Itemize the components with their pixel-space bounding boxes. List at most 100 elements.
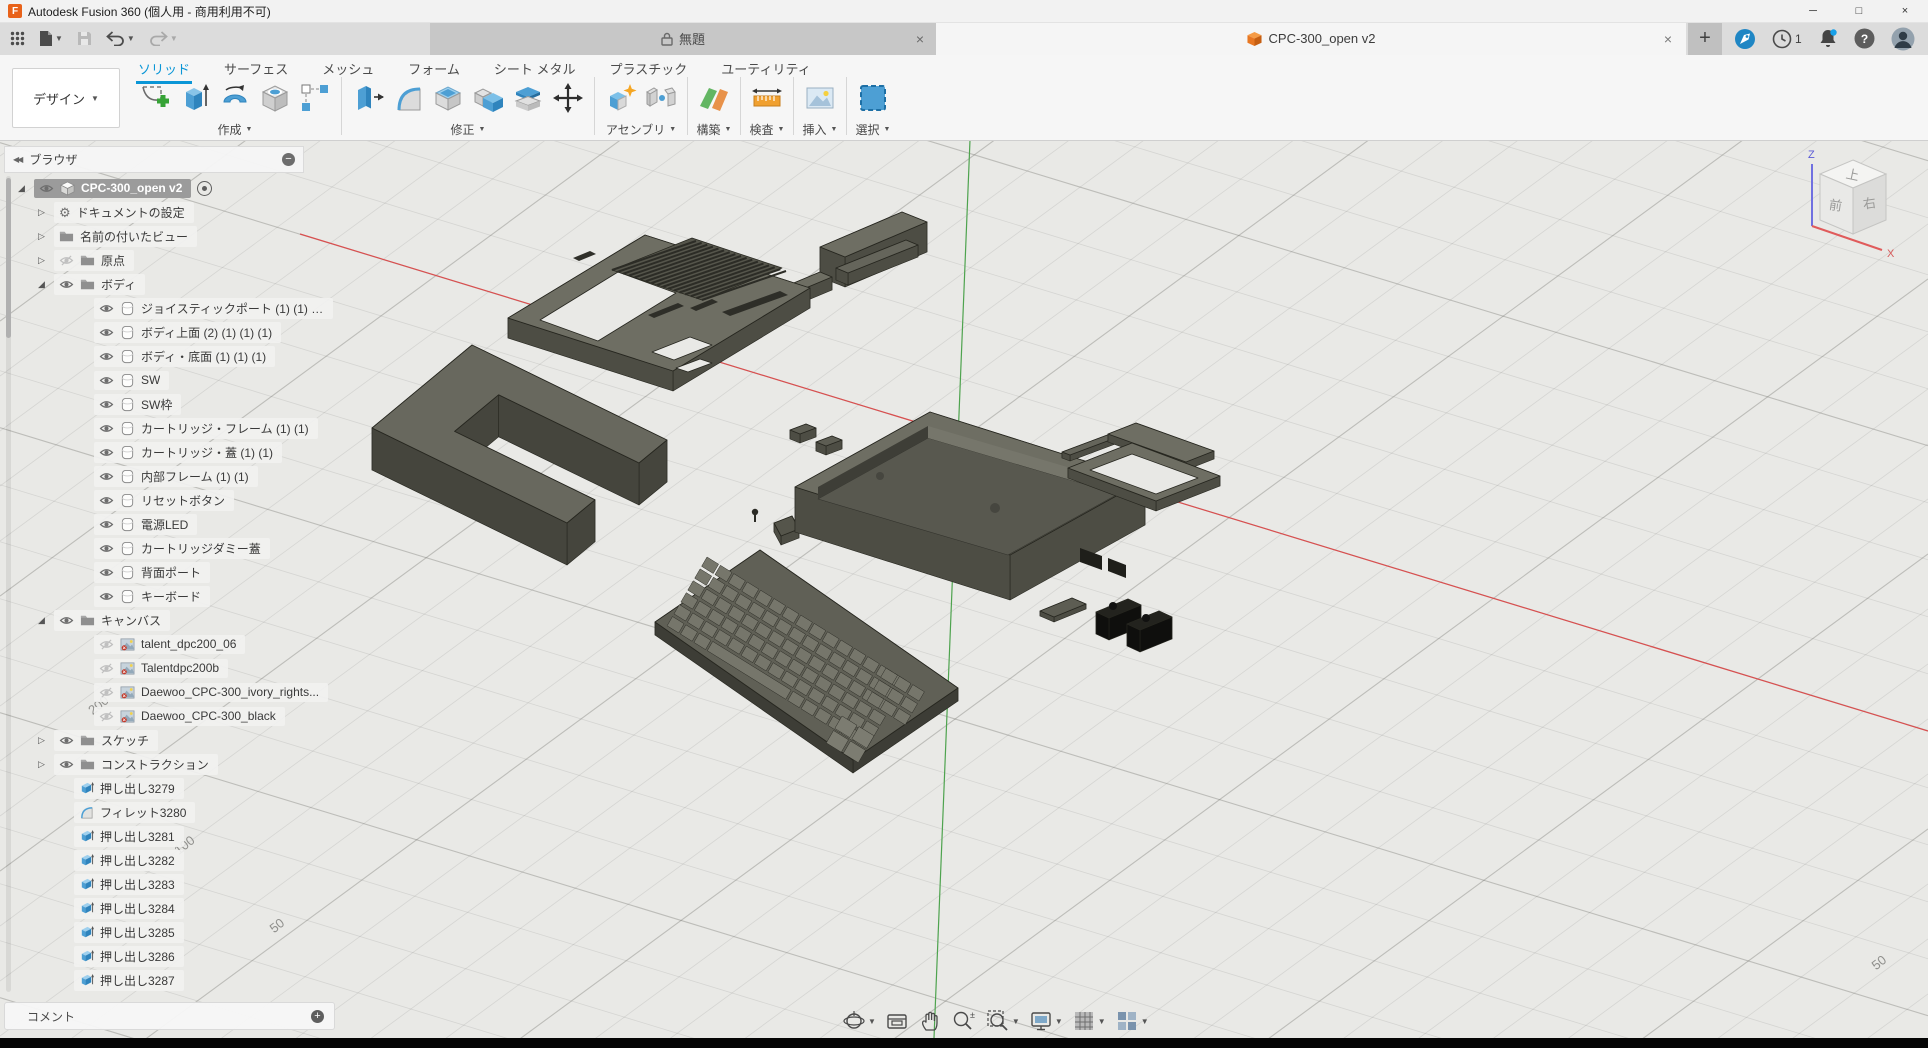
browser-item[interactable]: 内部フレーム (1) (1) <box>4 464 304 488</box>
visibility-eye-icon[interactable] <box>59 735 74 746</box>
browser-item[interactable]: フィレット3280 <box>4 800 304 824</box>
browser-item[interactable]: ▷⚙ドキュメントの設定 <box>4 200 304 224</box>
visibility-eye-icon[interactable] <box>99 591 114 602</box>
pan-icon[interactable] <box>918 1009 942 1033</box>
browser-item[interactable]: ジョイスティックポート (1) (1) (1) <box>4 296 304 320</box>
tab-close-icon[interactable]: × <box>916 31 924 47</box>
combine-icon[interactable] <box>469 79 507 117</box>
orbit-icon[interactable]: ▼ <box>842 1009 876 1033</box>
group-label-insert[interactable]: 挿入▼ <box>803 121 838 138</box>
browser-item[interactable]: SW <box>4 368 304 392</box>
hole-icon[interactable] <box>256 79 294 117</box>
browser-item[interactable]: ▷名前の付いたビュー <box>4 224 304 248</box>
expand-closed-icon[interactable]: ▷ <box>38 207 54 218</box>
activate-component-radio[interactable] <box>197 181 212 196</box>
expand-open-icon[interactable]: ◢ <box>38 279 54 290</box>
select-tool-icon[interactable] <box>854 79 892 117</box>
browser-item[interactable]: ▷コンストラクション <box>4 752 304 776</box>
browser-item[interactable]: ボディ上面 (2) (1) (1) (1) <box>4 320 304 344</box>
group-label-select[interactable]: 選択▼ <box>856 121 891 138</box>
expand-closed-icon[interactable]: ▷ <box>38 735 54 746</box>
timeline-bar[interactable] <box>0 1038 1928 1048</box>
fillet-icon[interactable] <box>389 79 427 117</box>
browser-item[interactable]: カートリッジダミー蓋 <box>4 536 304 560</box>
visibility-eye-icon[interactable] <box>99 351 114 362</box>
tab-untitled-document[interactable]: 無題 × <box>430 22 936 55</box>
visibility-eye-icon[interactable] <box>59 759 74 770</box>
browser-item[interactable]: リセットボタン <box>4 488 304 512</box>
browser-item[interactable]: talent_dpc200_06 <box>4 632 304 656</box>
reset-button[interactable] <box>752 509 758 522</box>
browser-item[interactable]: SW枠 <box>4 392 304 416</box>
browser-item[interactable]: Daewoo_CPC-300_ivory_rights... <box>4 680 304 704</box>
visibility-eye-icon[interactable] <box>99 447 114 458</box>
construction-plane-icon[interactable] <box>695 79 733 117</box>
workspace-selector[interactable]: デザイン ▼ <box>12 68 120 128</box>
job-status-icon[interactable]: 1 <box>1772 29 1802 49</box>
browser-item[interactable]: Talentdpc200b <box>4 656 304 680</box>
browser-item[interactable]: 電源LED <box>4 512 304 536</box>
insert-canvas-icon[interactable] <box>801 79 839 117</box>
look-at-icon[interactable] <box>885 1009 909 1033</box>
browser-item[interactable]: ▷スケッチ <box>4 728 304 752</box>
avatar[interactable] <box>1891 27 1915 51</box>
view-cube[interactable]: Z X 上 前 右 <box>1788 142 1913 272</box>
group-label-modify[interactable]: 修正▼ <box>451 121 486 138</box>
comment-bar[interactable]: コメント + <box>4 1002 335 1030</box>
browser-item[interactable]: ◢ボディ <box>4 272 304 296</box>
viewports-icon[interactable]: ▼ <box>1115 1009 1149 1033</box>
press-pull-icon[interactable] <box>349 79 387 117</box>
browser-item[interactable]: 押し出し3285 <box>4 920 304 944</box>
visibility-eye-icon[interactable] <box>59 279 74 290</box>
expand-closed-icon[interactable]: ▷ <box>38 255 54 266</box>
undo-icon[interactable]: ▼ <box>106 31 135 46</box>
browser-item[interactable]: ▷原点 <box>4 248 304 272</box>
browser-item[interactable]: カートリッジ・蓋 (1) (1) <box>4 440 304 464</box>
extensions-icon[interactable] <box>1734 28 1756 50</box>
window-zoom-icon[interactable]: ▼ <box>986 1009 1020 1033</box>
shell-icon[interactable] <box>429 79 467 117</box>
joint-icon[interactable] <box>642 79 680 117</box>
collapse-panel-icon[interactable]: ◀◀ <box>13 155 21 164</box>
tab-close-icon[interactable]: × <box>1664 31 1672 47</box>
revolve-icon[interactable] <box>216 79 254 117</box>
add-comment-icon[interactable]: + <box>311 1010 324 1023</box>
grid-and-snaps-icon[interactable]: ▼ <box>1072 1009 1106 1033</box>
app-grid-icon[interactable] <box>10 31 25 46</box>
browser-item[interactable]: ボディ・底面 (1) (1) (1) <box>4 344 304 368</box>
tab-active-document[interactable]: CPC-300_open v2 × <box>936 22 1686 55</box>
browser-item[interactable]: 押し出し3287 <box>4 968 304 992</box>
expand-closed-icon[interactable]: ▷ <box>38 759 54 770</box>
visibility-eye-icon[interactable] <box>99 519 114 530</box>
redo-icon[interactable]: ▼ <box>149 31 178 46</box>
visibility-eye-off-icon[interactable] <box>99 663 114 674</box>
visibility-eye-off-icon[interactable] <box>99 711 114 722</box>
group-label-construct[interactable]: 構築▼ <box>697 121 732 138</box>
visibility-eye-off-icon[interactable] <box>59 255 74 266</box>
cartridge-clip-a[interactable] <box>790 424 816 443</box>
visibility-eye-icon[interactable] <box>99 423 114 434</box>
visibility-eye-icon[interactable] <box>99 375 114 386</box>
zoom-icon[interactable]: ± <box>951 1009 977 1033</box>
browser-item[interactable]: Daewoo_CPC-300_black <box>4 704 304 728</box>
group-label-create[interactable]: 作成▼ <box>218 121 253 138</box>
expand-closed-icon[interactable]: ▷ <box>38 231 54 242</box>
close-button[interactable]: × <box>1882 0 1928 22</box>
visibility-eye-icon[interactable] <box>99 543 114 554</box>
browser-item[interactable]: 押し出し3286 <box>4 944 304 968</box>
new-tab-button[interactable]: + <box>1688 22 1722 55</box>
help-icon[interactable]: ? <box>1854 28 1875 49</box>
expand-open-icon[interactable]: ◢ <box>18 183 34 194</box>
internal-u-frame[interactable] <box>372 345 667 565</box>
browser-item[interactable]: 押し出し3284 <box>4 896 304 920</box>
visibility-eye-icon[interactable] <box>59 615 74 626</box>
browser-item[interactable]: 押し出し3282 <box>4 848 304 872</box>
group-label-assemble[interactable]: アセンブリ▼ <box>606 121 676 138</box>
browser-item[interactable]: 背面ポート <box>4 560 304 584</box>
visibility-eye-icon[interactable] <box>99 327 114 338</box>
display-settings-icon[interactable]: ▼ <box>1029 1009 1063 1033</box>
cartridge-clip-b[interactable] <box>816 436 842 455</box>
move-copy-icon[interactable] <box>549 79 587 117</box>
visibility-eye-off-icon[interactable] <box>99 687 114 698</box>
split-body-icon[interactable] <box>509 79 547 117</box>
